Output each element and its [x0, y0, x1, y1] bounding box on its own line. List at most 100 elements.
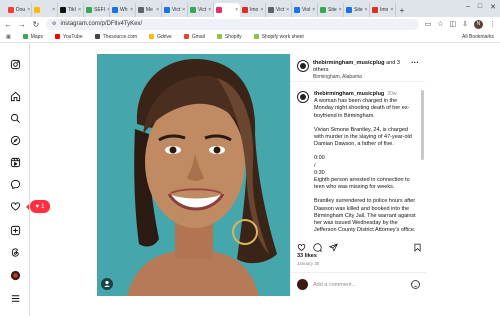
close-tab-icon[interactable]: × — [235, 7, 238, 13]
close-tab-icon[interactable]: × — [182, 7, 185, 13]
reload-icon[interactable]: ↻ — [32, 20, 40, 29]
tab-label: Wh — [120, 7, 128, 13]
all-bookmarks-button[interactable]: All Bookmarks — [462, 34, 494, 40]
caption-area: thebirmingham_musicplug 20w A woman has b… — [291, 84, 426, 256]
url-text: instagram.com/p/DFlIv4TyKex/ — [60, 21, 143, 27]
likes-count[interactable]: 33 likes — [297, 253, 317, 259]
close-tab-icon[interactable]: × — [390, 7, 393, 13]
tab-label: Me — [146, 7, 153, 13]
bookmark-label: Thesource.com — [102, 33, 138, 40]
caption-age: 20w — [387, 91, 397, 97]
caption-paragraph: 0:00 / 0:30 Eighth person arrested in co… — [314, 155, 410, 191]
emoji-icon[interactable] — [411, 280, 420, 289]
close-tab-icon[interactable]: × — [130, 7, 133, 13]
close-tab-icon[interactable]: × — [27, 7, 30, 13]
search-icon[interactable] — [9, 112, 21, 124]
author-avatar[interactable] — [297, 60, 309, 72]
bookmark-item[interactable]: Thesource.com — [94, 33, 138, 40]
more-options-icon[interactable]: ··· — [411, 59, 419, 67]
portrait-illustration — [97, 54, 290, 296]
site-info-icon[interactable]: ⚙ — [52, 21, 56, 27]
caption-author[interactable]: thebirmingham_musicplug — [314, 91, 384, 97]
window-controls: – □ ✕ — [466, 3, 496, 11]
more-menu-icon[interactable] — [9, 292, 21, 304]
close-tab-icon[interactable]: × — [312, 7, 315, 13]
caption-scrollbar[interactable] — [421, 90, 424, 160]
post-photo[interactable] — [97, 54, 290, 296]
profile-icon[interactable] — [9, 269, 21, 281]
browser-tab[interactable]: Imo × — [240, 3, 266, 17]
bookmark-item[interactable]: Shopify — [216, 34, 242, 40]
browser-tab[interactable]: Vict × — [266, 3, 292, 17]
close-tab-icon[interactable]: × — [208, 7, 211, 13]
post-location[interactable]: Birmingham, Alabama — [313, 74, 407, 81]
menu-icon[interactable]: ⋮ — [489, 20, 496, 28]
bookmark-star-icon[interactable]: ☆ — [437, 20, 443, 28]
browser-tab[interactable]: Vict × — [162, 3, 188, 17]
downloads-icon[interactable]: ⇩ — [462, 20, 468, 28]
back-icon[interactable]: ← — [4, 20, 12, 29]
minimize-icon[interactable]: – — [466, 3, 470, 11]
browser-tab[interactable]: × — [214, 3, 240, 17]
cast-icon[interactable]: ▭ — [425, 20, 432, 28]
browser-tab[interactable]: Dou × — [6, 3, 32, 17]
close-tab-icon[interactable]: × — [286, 7, 289, 13]
comment-input[interactable]: Add a comment... — [313, 282, 406, 288]
explore-icon[interactable] — [9, 134, 21, 146]
bookmark-label: Gdrive — [157, 33, 172, 40]
caption-paragraph: A woman has been charged in the Monday n… — [314, 98, 410, 119]
close-tab-icon[interactable]: × — [339, 7, 342, 13]
close-window-icon[interactable]: ✕ — [490, 3, 496, 11]
tab-label: Imo — [250, 7, 259, 13]
close-tab-icon[interactable]: × — [52, 7, 55, 13]
browser-tab[interactable]: Wh × — [110, 3, 136, 17]
tab-favicon-icon — [86, 7, 92, 13]
tab-favicon-icon — [294, 7, 300, 13]
browser-tab[interactable]: SEFI × — [84, 3, 110, 17]
extensions-icon[interactable]: ◫ — [450, 20, 457, 28]
create-icon[interactable] — [9, 224, 21, 236]
bookmark-item[interactable]: Gmail — [183, 34, 205, 40]
messenger-icon[interactable] — [9, 178, 21, 190]
threads-icon[interactable] — [9, 246, 21, 258]
browser-tab[interactable]: Viol × — [292, 3, 318, 17]
caption-avatar[interactable] — [297, 91, 309, 103]
browser-tab[interactable]: TikI × — [58, 3, 84, 17]
maximize-icon[interactable]: □ — [478, 3, 482, 11]
apps-icon[interactable]: ▦ — [6, 34, 11, 40]
close-tab-icon[interactable]: × — [156, 7, 159, 13]
forward-icon[interactable]: → — [18, 20, 26, 29]
browser-tab[interactable]: Me × — [136, 3, 162, 17]
tab-favicon-icon — [112, 7, 118, 13]
bookmark-item[interactable]: Maps — [22, 34, 43, 40]
reels-icon[interactable] — [9, 156, 21, 168]
instagram-logo-icon[interactable] — [9, 58, 21, 70]
close-tab-icon[interactable]: × — [365, 7, 368, 13]
tab-favicon-icon — [242, 7, 248, 13]
save-bookmark-icon[interactable] — [413, 239, 422, 257]
tab-label: Site — [354, 7, 363, 13]
tab-favicon-icon — [320, 7, 326, 13]
browser-tab[interactable]: Imo × — [370, 3, 396, 17]
bookmark-item[interactable]: YouTube — [54, 34, 83, 40]
home-icon[interactable] — [9, 90, 21, 102]
new-tab-button[interactable]: + — [396, 3, 408, 17]
notifications-heart-icon[interactable] — [9, 200, 21, 212]
tab-favicon-icon — [164, 7, 170, 13]
close-tab-icon[interactable]: × — [260, 7, 263, 13]
share-icon[interactable] — [328, 239, 338, 257]
close-tab-icon[interactable]: × — [78, 7, 81, 13]
browser-tab[interactable]: Site × — [344, 3, 370, 17]
address-bar-row: ← → ↻ ⚙ instagram.com/p/DFlIv4TyKex/ ▭ ☆… — [0, 17, 500, 31]
tab-favicon-icon — [268, 7, 274, 13]
bookmark-item[interactable]: Shopify work sheet — [253, 34, 304, 40]
tab-label: Viol — [302, 7, 311, 13]
bookmark-item[interactable]: Gdrive — [149, 34, 172, 40]
url-input[interactable]: ⚙ instagram.com/p/DFlIv4TyKex/ — [46, 18, 419, 30]
browser-tab[interactable]: Vict × — [188, 3, 214, 17]
browser-tab[interactable]: Site × — [318, 3, 344, 17]
profile-avatar[interactable]: N — [474, 19, 483, 29]
author-name[interactable]: thebirmingham_musicplug — [313, 60, 384, 66]
browser-tab[interactable]: × — [32, 3, 58, 17]
notification-badge[interactable]: ♥ 1 — [26, 200, 50, 213]
